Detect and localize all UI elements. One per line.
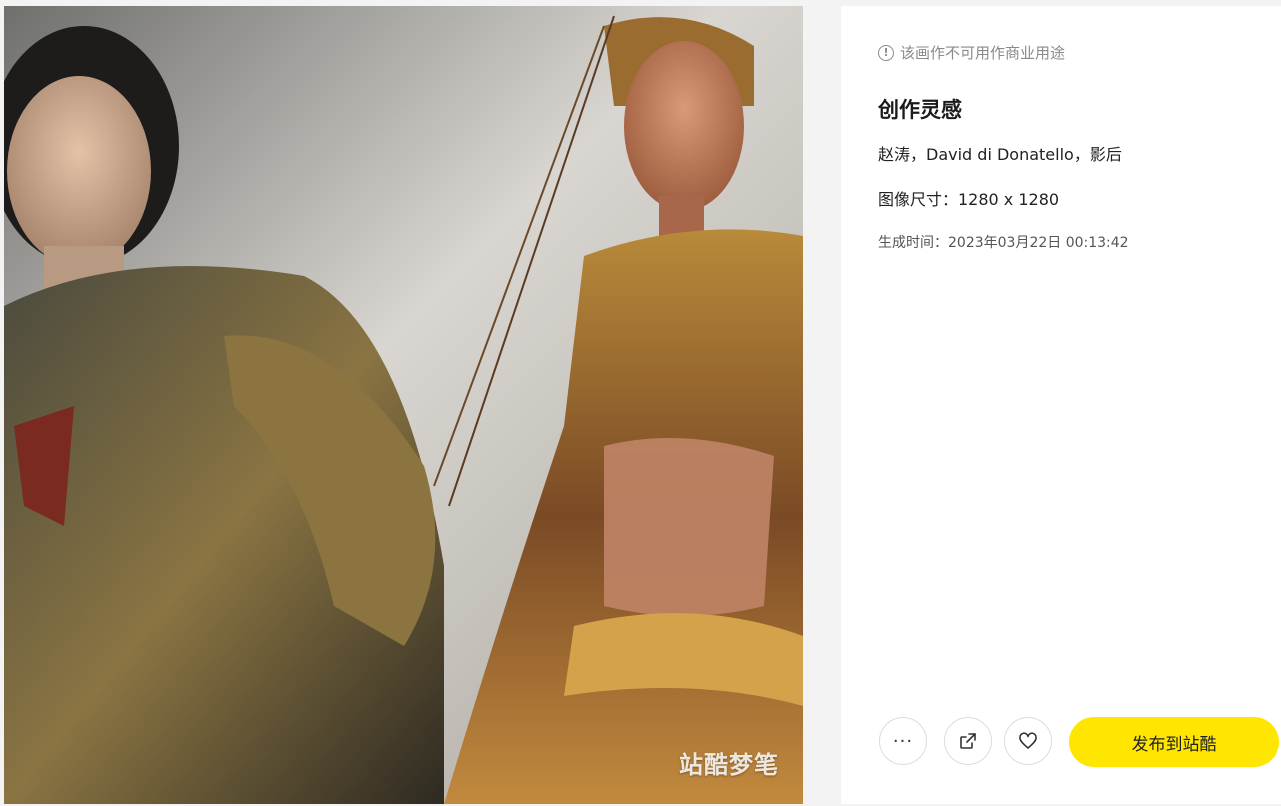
share-external-icon [960, 733, 976, 749]
more-dots-icon: ··· [892, 730, 914, 752]
details-panel: ! 该画作不可用作商业用途 创作灵感 赵涛，David di Donatello… [841, 6, 1281, 804]
info-circle-icon: ! [878, 44, 894, 61]
prompt-text: 赵涛，David di Donatello，影后 [878, 145, 1122, 164]
more-button[interactable]: ··· [879, 717, 927, 765]
artwork-illustration [4, 6, 803, 804]
generated-time: 生成时间：2023年03月22日 00:13:42 [878, 235, 1129, 251]
section-title: 创作灵感 [878, 98, 962, 122]
share-button[interactable] [944, 717, 992, 765]
like-button[interactable] [1004, 717, 1052, 765]
publish-to-zcool-button[interactable]: 发布到站酷 [1069, 717, 1279, 767]
generated-artwork: 站酷梦笔 [4, 6, 803, 804]
notice-text: 该画作不可用作商业用途 [900, 44, 1066, 62]
heart-outline-icon [1019, 732, 1037, 749]
commercial-use-notice: ! 该画作不可用作商业用途 [878, 42, 1065, 63]
watermark-text: 站酷梦笔 [679, 751, 779, 779]
image-size: 图像尺寸：1280 x 1280 [878, 190, 1060, 209]
